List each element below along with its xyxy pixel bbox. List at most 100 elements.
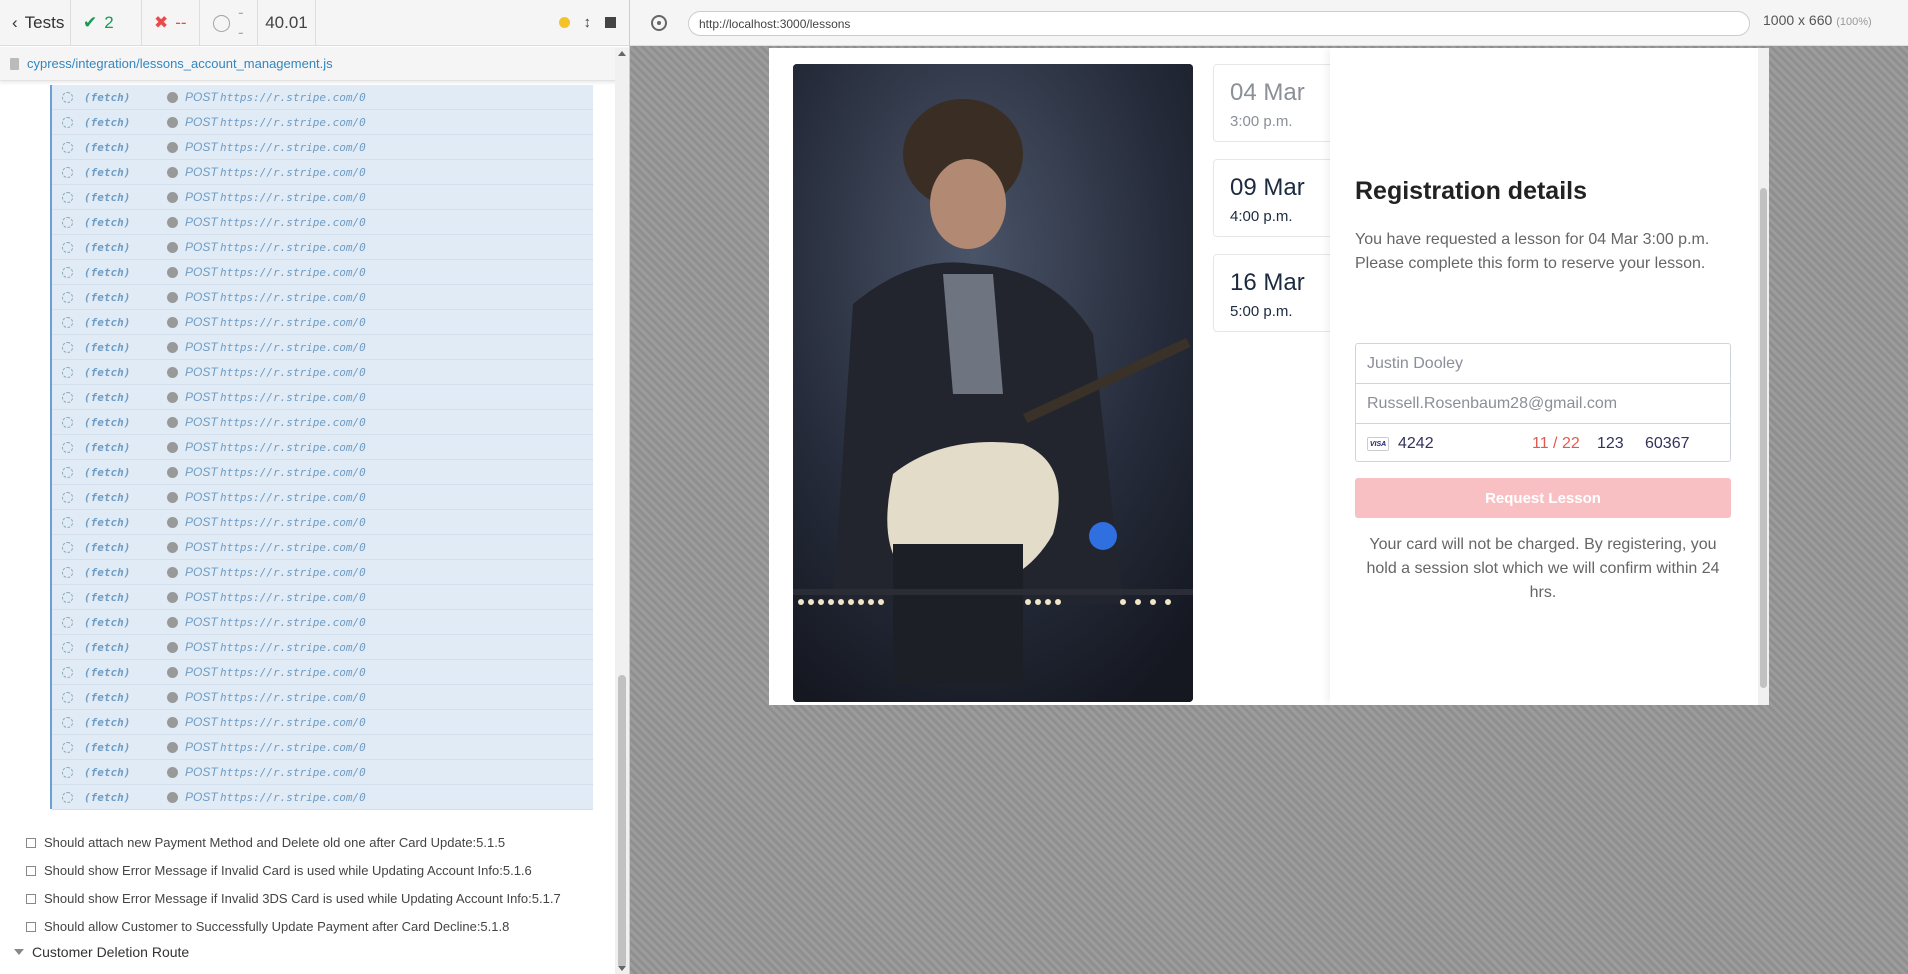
command-log-row[interactable]: (fetch) POST https://r.stripe.com/0 [52,760,593,785]
command-log-row[interactable]: (fetch) POST https://r.stripe.com/0 [52,185,593,210]
command-type: (fetch) [84,565,131,579]
request-lesson-button[interactable]: Request Lesson [1355,478,1731,518]
requested-lesson-text: You have requested a lesson for 04 Mar 3… [1355,231,1710,248]
command-log-row[interactable]: (fetch) POST https://r.stripe.com/0 [52,210,593,235]
command-log-row[interactable]: (fetch) POST https://r.stripe.com/0 [52,235,593,260]
test-item[interactable]: Should show Error Message if Invalid Car… [26,863,532,878]
command-log-row[interactable]: (fetch) POST https://r.stripe.com/0 [52,285,593,310]
card-element[interactable]: VISA 4242 11 / 22 123 60367 [1356,424,1730,464]
request-method: POST [185,640,218,654]
loading-spinner-icon [62,792,73,803]
command-log-row[interactable]: (fetch) POST https://r.stripe.com/0 [52,85,593,110]
card-zip-input[interactable]: 60367 [1645,435,1690,453]
spec-path[interactable]: cypress/integration/lessons_account_mana… [27,56,333,71]
command-type: (fetch) [84,240,131,254]
lesson-date-card[interactable]: 04 Mar 3:00 p.m. [1213,64,1343,142]
request-method: POST [185,540,218,554]
guitarist-photo [793,64,1193,702]
viewport-info[interactable]: 1000 x 660 (100%) [1763,12,1872,28]
command-log-row[interactable]: (fetch) POST https://r.stripe.com/0 [52,735,593,760]
reporter-scrollbar[interactable] [615,48,629,974]
command-log-row[interactable]: (fetch) POST https://r.stripe.com/0 [52,410,593,435]
request-method: POST [185,165,218,179]
request-method: POST [185,765,218,779]
command-log-row[interactable]: (fetch) POST https://r.stripe.com/0 [52,535,593,560]
lesson-date-card[interactable]: 16 Mar 5:00 p.m. [1213,254,1343,332]
app-runner: http://localhost:3000/lessons 1000 x 660… [630,0,1908,974]
scrollbar-thumb[interactable] [618,675,626,968]
lesson-time: 5:00 p.m. [1230,303,1293,320]
command-log-row[interactable]: (fetch) POST https://r.stripe.com/0 [52,310,593,335]
viewport-size: 1000 x 660 [1763,12,1833,28]
registration-form: Justin Dooley Russell.Rosenbaum28@gmail.… [1355,343,1731,462]
command-log-row[interactable]: (fetch) POST https://r.stripe.com/0 [52,110,593,135]
scroll-down-icon[interactable] [618,966,626,971]
card-cvc-input[interactable]: 123 [1597,435,1645,453]
chevron-left-icon: ‹ [12,12,18,32]
scrollbar-thumb[interactable] [1760,188,1767,688]
command-log-row[interactable]: (fetch) POST https://r.stripe.com/0 [52,385,593,410]
viewport-zoom: (100%) [1836,16,1872,28]
failed-count[interactable]: ✖ -- [142,0,200,46]
command-log-row[interactable]: (fetch) POST https://r.stripe.com/0 [52,785,593,810]
test-item[interactable]: Should attach new Payment Method and Del… [26,835,505,850]
request-url: https://r.stripe.com/0 [220,740,366,754]
selector-playground-icon[interactable] [651,14,667,31]
loading-spinner-icon [62,292,73,303]
auto-scroll-icon[interactable]: ↕ [584,14,592,31]
status-dot-icon [167,442,178,453]
request-url: https://r.stripe.com/0 [220,515,366,529]
url-text: http://localhost:3000/lessons [699,16,851,31]
command-log-row[interactable]: (fetch) POST https://r.stripe.com/0 [52,660,593,685]
registration-description: You have requested a lesson for 04 Mar 3… [1355,228,1730,276]
file-icon [10,57,19,70]
panel-scrollbar[interactable] [1758,48,1769,705]
status-dot-icon [167,667,178,678]
status-dot-icon [167,267,178,278]
loading-spinner-icon [62,217,73,228]
test-item[interactable]: Should allow Customer to Successfully Up… [26,919,509,934]
command-log-row[interactable]: (fetch) POST https://r.stripe.com/0 [52,610,593,635]
test-item[interactable]: Should show Error Message if Invalid 3DS… [26,891,561,906]
lesson-date-card[interactable]: 09 Mar 4:00 p.m. [1213,159,1343,237]
test-title: Should allow Customer to Successfully Up… [44,919,510,934]
command-log-row[interactable]: (fetch) POST https://r.stripe.com/0 [52,710,593,735]
command-type: (fetch) [84,165,131,179]
pending-count[interactable]: ◯ -- [200,0,258,46]
command-type: (fetch) [84,715,131,729]
command-log-row[interactable]: (fetch) POST https://r.stripe.com/0 [52,360,593,385]
command-log-row[interactable]: (fetch) POST https://r.stripe.com/0 [52,160,593,185]
command-log-row[interactable]: (fetch) POST https://r.stripe.com/0 [52,335,593,360]
scroll-up-icon[interactable] [618,51,626,56]
status-dot-icon [167,517,178,528]
status-dot-icon [167,367,178,378]
registration-panel: Registration details You have requested … [1330,48,1758,705]
stop-icon[interactable] [605,17,616,28]
card-number-input[interactable]: 4242 [1398,435,1532,453]
command-log-row[interactable]: (fetch) POST https://r.stripe.com/0 [52,685,593,710]
command-log-row[interactable]: (fetch) POST https://r.stripe.com/0 [52,460,593,485]
card-expiry-input[interactable]: 11 / 22 [1532,435,1597,453]
command-log-row[interactable]: (fetch) POST https://r.stripe.com/0 [52,260,593,285]
status-dot-icon [167,392,178,403]
loading-spinner-icon [62,392,73,403]
spec-file-bar[interactable]: cypress/integration/lessons_account_mana… [0,47,629,81]
name-field[interactable]: Justin Dooley [1356,344,1730,384]
request-method: POST [185,340,218,354]
command-log-row[interactable]: (fetch) POST https://r.stripe.com/0 [52,510,593,535]
command-type: (fetch) [84,190,131,204]
tests-back-button[interactable]: ‹ Tests [0,0,71,46]
command-log-row[interactable]: (fetch) POST https://r.stripe.com/0 [52,435,593,460]
command-type: (fetch) [84,640,131,654]
loading-spinner-icon [62,192,73,203]
command-log-row[interactable]: (fetch) POST https://r.stripe.com/0 [52,560,593,585]
command-log-row[interactable]: (fetch) POST https://r.stripe.com/0 [52,585,593,610]
command-log-row[interactable]: (fetch) POST https://r.stripe.com/0 [52,135,593,160]
command-log-row[interactable]: (fetch) POST https://r.stripe.com/0 [52,635,593,660]
command-log-row[interactable]: (fetch) POST https://r.stripe.com/0 [52,485,593,510]
command-type: (fetch) [84,365,131,379]
status-dot-icon [167,217,178,228]
passed-count[interactable]: ✔ 2 [71,0,142,46]
suite-customer-deletion[interactable]: Customer Deletion Route [14,944,189,960]
email-field[interactable]: Russell.Rosenbaum28@gmail.com [1356,384,1730,424]
